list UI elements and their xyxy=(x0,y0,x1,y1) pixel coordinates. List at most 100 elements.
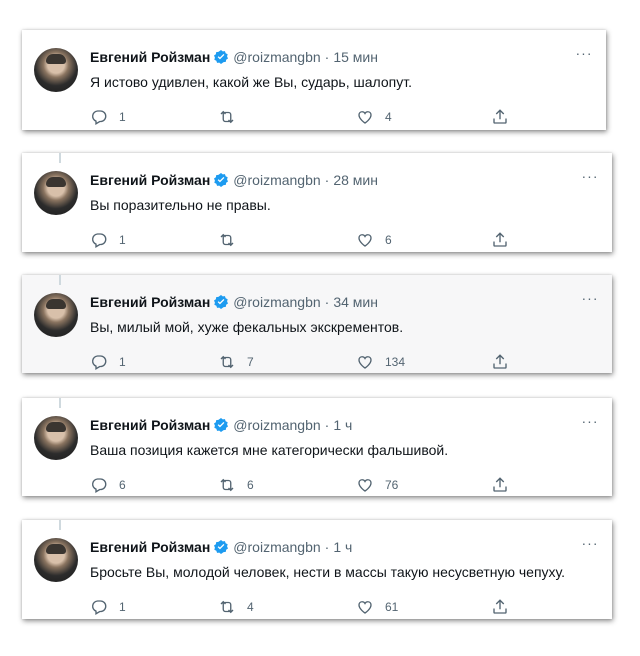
reply-count: 1 xyxy=(119,600,126,614)
tweet-header: Евгений Ройзман @roizmangbn · 15 мин xyxy=(90,48,566,66)
author-name[interactable]: Евгений Ройзман xyxy=(90,538,210,556)
tweet-text: Вы поразительно не правы. xyxy=(90,197,271,213)
more-options-icon[interactable]: ··· xyxy=(580,414,600,434)
share-button[interactable] xyxy=(491,597,509,617)
verified-badge-icon xyxy=(214,540,229,554)
author-handle[interactable]: @roizmangbn xyxy=(233,171,320,189)
like-button[interactable]: 134 xyxy=(356,352,405,372)
like-count: 134 xyxy=(385,355,406,369)
tweet-timestamp[interactable]: 28 мин xyxy=(333,171,378,189)
like-button[interactable]: 4 xyxy=(356,107,392,127)
reply-button[interactable]: 1 xyxy=(90,230,126,250)
share-icon xyxy=(493,354,507,369)
tweet-text: Бросьте Вы, молодой человек, нести в мас… xyxy=(90,564,566,580)
heart-icon xyxy=(358,356,372,369)
tweet-actions: 1 4 61 xyxy=(90,597,510,617)
tweet-text: Ваша позиция кажется мне категорически ф… xyxy=(90,442,449,458)
share-button[interactable] xyxy=(491,107,509,127)
retweet-button[interactable] xyxy=(218,107,247,127)
share-icon xyxy=(493,109,507,124)
author-name[interactable]: Евгений Ройзман xyxy=(90,48,210,66)
reply-icon xyxy=(92,355,107,370)
reply-button[interactable]: 1 xyxy=(90,597,126,617)
tweet-header: Евгений Ройзман @roizmangbn · 34 мин xyxy=(90,293,572,311)
retweet-icon xyxy=(220,355,234,369)
retweet-icon xyxy=(220,600,234,614)
avatar[interactable] xyxy=(34,48,78,92)
tweet-card[interactable]: Евгений Ройзман @roizmangbn · 1 ч ··· Бр… xyxy=(22,520,612,619)
more-options-icon[interactable]: ··· xyxy=(580,536,600,556)
author-handle[interactable]: @roizmangbn xyxy=(233,48,320,66)
tweet-actions: 1 4 xyxy=(90,107,510,127)
share-icon xyxy=(493,477,507,492)
tweet-text: Я истово удивлен, какой же Вы, сударь, ш… xyxy=(90,74,412,90)
author-name[interactable]: Евгений Ройзман xyxy=(90,293,210,311)
tweet-actions: 6 6 76 xyxy=(90,475,510,495)
like-button[interactable]: 61 xyxy=(356,597,398,617)
author-name[interactable]: Евгений Ройзман xyxy=(90,416,210,434)
tweet-header: Евгений Ройзман @roizmangbn · 1 ч xyxy=(90,416,572,434)
share-button[interactable] xyxy=(491,475,509,495)
reply-icon xyxy=(92,478,107,493)
verified-badge-icon xyxy=(214,418,229,432)
share-icon xyxy=(493,232,507,247)
avatar[interactable] xyxy=(34,538,78,582)
share-icon xyxy=(493,599,507,614)
like-button[interactable]: 76 xyxy=(356,475,398,495)
verified-badge-icon xyxy=(214,295,229,309)
separator-dot: · xyxy=(324,417,330,433)
reply-count: 1 xyxy=(119,233,126,247)
tweet-timestamp[interactable]: 1 ч xyxy=(333,416,352,434)
author-handle[interactable]: @roizmangbn xyxy=(233,538,320,556)
tweet-actions: 1 6 xyxy=(90,230,510,250)
retweet-icon xyxy=(220,478,234,492)
separator-dot: · xyxy=(324,172,330,188)
avatar[interactable] xyxy=(34,171,78,215)
reply-button[interactable]: 1 xyxy=(90,107,126,127)
retweet-count: 6 xyxy=(247,478,254,492)
tweet-timestamp[interactable]: 34 мин xyxy=(333,293,378,311)
like-count: 6 xyxy=(385,233,392,247)
verified-badge-icon xyxy=(214,50,229,64)
verified-badge-icon xyxy=(214,173,229,187)
heart-icon xyxy=(358,601,372,614)
author-handle[interactable]: @roizmangbn xyxy=(233,416,320,434)
avatar[interactable] xyxy=(34,416,78,460)
retweet-button[interactable] xyxy=(218,230,247,250)
more-options-icon[interactable]: ··· xyxy=(574,46,594,66)
reply-count: 1 xyxy=(119,110,126,124)
author-name[interactable]: Евгений Ройзман xyxy=(90,171,210,189)
thread-line xyxy=(59,520,61,530)
retweet-icon xyxy=(220,233,234,247)
retweet-button[interactable]: 7 xyxy=(218,352,254,372)
share-button[interactable] xyxy=(491,230,509,250)
retweet-button[interactable]: 6 xyxy=(218,475,254,495)
retweet-button[interactable]: 4 xyxy=(218,597,254,617)
tweet-timestamp[interactable]: 15 мин xyxy=(333,48,378,66)
separator-dot: · xyxy=(324,49,330,65)
tweet-card[interactable]: Евгений Ройзман @roizmangbn · 15 мин ···… xyxy=(22,30,606,130)
heart-icon xyxy=(358,111,372,124)
tweet-card[interactable]: Евгений Ройзман @roizmangbn · 28 мин ···… xyxy=(22,153,612,252)
thread-line xyxy=(59,398,61,408)
more-options-icon[interactable]: ··· xyxy=(580,169,600,189)
reply-button[interactable]: 1 xyxy=(90,352,126,372)
tweet-card[interactable]: Евгений Ройзман @roizmangbn · 34 мин ···… xyxy=(22,275,612,373)
avatar[interactable] xyxy=(34,293,78,337)
share-button[interactable] xyxy=(491,352,509,372)
tweet-timestamp[interactable]: 1 ч xyxy=(333,538,352,556)
reply-button[interactable]: 6 xyxy=(90,475,126,495)
separator-dot: · xyxy=(324,539,330,555)
like-count: 4 xyxy=(385,110,392,124)
tweet-header: Евгений Ройзман @roizmangbn · 28 мин xyxy=(90,171,572,189)
tweet-actions: 1 7 134 xyxy=(90,352,510,372)
reply-icon xyxy=(92,233,107,248)
like-count: 61 xyxy=(385,600,399,614)
like-button[interactable]: 6 xyxy=(356,230,392,250)
retweet-count: 7 xyxy=(247,355,254,369)
tweet-card[interactable]: Евгений Ройзман @roizmangbn · 1 ч ··· Ва… xyxy=(22,398,612,496)
thread-line xyxy=(59,275,61,285)
author-handle[interactable]: @roizmangbn xyxy=(233,293,320,311)
more-options-icon[interactable]: ··· xyxy=(580,291,600,311)
tweet-text: Вы, милый мой, хуже фекальных экскремент… xyxy=(90,319,404,335)
